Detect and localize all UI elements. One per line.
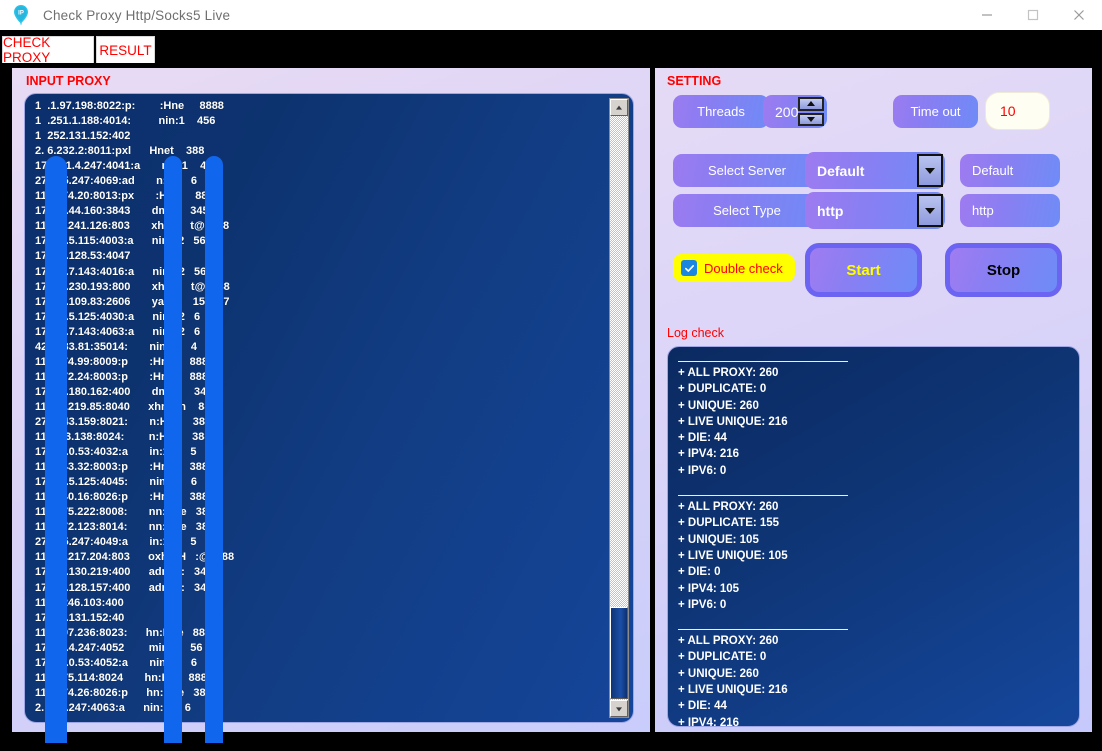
type-combo-value: http bbox=[817, 202, 844, 219]
log-divider bbox=[678, 629, 848, 631]
timeout-button[interactable]: Time out bbox=[893, 95, 978, 128]
threads-stepper-buttons bbox=[798, 96, 824, 127]
double-check-label: Double check bbox=[704, 260, 783, 276]
log-line: + IPV6: 0 bbox=[678, 464, 727, 477]
setting-group-label: SETTING bbox=[667, 74, 722, 88]
log-line: + ALL PROXY: 260 bbox=[678, 635, 779, 648]
stop-button-label: Stop bbox=[986, 261, 1021, 279]
log-line: + UNIQUE: 260 bbox=[678, 667, 759, 680]
server-combo[interactable]: Default bbox=[805, 152, 945, 189]
timeout-button-label: Time out bbox=[910, 104, 961, 119]
log-line: + ALL PROXY: 260 bbox=[678, 501, 779, 514]
threads-increment-icon[interactable] bbox=[798, 97, 824, 111]
proxy-list-text: 1 .1.97.198:8022:p: :Hne 8888 1 .251.1.1… bbox=[35, 100, 234, 718]
stop-button[interactable]: Stop bbox=[945, 243, 1062, 297]
threads-value: 200 bbox=[775, 103, 799, 120]
select-type-label: Select Type bbox=[713, 203, 781, 218]
threads-stepper[interactable]: 200 bbox=[763, 95, 827, 128]
select-type-button[interactable]: Select Type bbox=[673, 194, 821, 227]
tab-strip: CHECK PROXY RESULT bbox=[0, 30, 1102, 65]
timeout-value: 10 bbox=[1000, 103, 1016, 119]
start-button[interactable]: Start bbox=[805, 243, 922, 297]
double-check-checkbox[interactable]: Double check bbox=[673, 254, 795, 282]
log-line: + IPV6: 0 bbox=[678, 598, 727, 611]
server-readonly-field: Default bbox=[960, 154, 1060, 187]
redaction-bar bbox=[205, 156, 223, 751]
scroll-up-icon[interactable] bbox=[610, 99, 628, 116]
log-content: + ALL PROXY: 260 + DUPLICATE: 0 + UNIQUE: … bbox=[678, 361, 1079, 727]
redaction-bar bbox=[164, 156, 182, 751]
maximize-icon[interactable] bbox=[1010, 0, 1056, 30]
type-readonly-field: http bbox=[960, 194, 1060, 227]
log-check-output[interactable]: + ALL PROXY: 260 + DUPLICATE: 0 + UNIQUE: … bbox=[667, 346, 1080, 727]
log-line: + DIE: 44 bbox=[678, 700, 727, 713]
threads-decrement-icon[interactable] bbox=[798, 112, 824, 126]
proxy-list-textarea[interactable]: 1 .1.97.198:8022:p: :Hne 8888 1 .251.1.1… bbox=[24, 93, 634, 723]
log-divider bbox=[678, 361, 848, 362]
server-field-value: Default bbox=[972, 163, 1014, 178]
log-line: + UNIQUE: 105 bbox=[678, 533, 759, 546]
log-line: + DUPLICATE: 0 bbox=[678, 383, 767, 396]
chevron-down-icon[interactable] bbox=[917, 194, 943, 227]
select-server-label: Select Server bbox=[707, 163, 787, 178]
log-check-group-label: Log check bbox=[667, 326, 724, 340]
application-window: IP Check Proxy Http/Socks5 Live CHECK PR… bbox=[0, 0, 1102, 751]
ip-pin-icon: IP bbox=[8, 0, 34, 30]
log-line: + LIVE UNIQUE: 216 bbox=[678, 415, 788, 428]
setting-panel: SETTING Threads 200 Time out 10 Select S… bbox=[655, 68, 1092, 732]
log-block-gap bbox=[678, 479, 1079, 495]
log-line: + IPV4: 216 bbox=[678, 716, 740, 727]
tab-check-proxy-label: CHECK PROXY bbox=[3, 35, 51, 65]
type-combo[interactable]: http bbox=[805, 192, 945, 229]
threads-button[interactable]: Threads bbox=[673, 95, 769, 128]
scrollbar-thumb[interactable] bbox=[610, 607, 628, 699]
log-line: + IPV4: 216 bbox=[678, 448, 740, 461]
log-block-gap bbox=[678, 613, 1079, 629]
input-proxy-panel: INPUT PROXY 1 .1.97.198:8022:p: :Hne 888… bbox=[12, 68, 650, 751]
checkbox-checked-icon[interactable] bbox=[681, 260, 697, 276]
log-line: + UNIQUE: 260 bbox=[678, 399, 759, 412]
redaction-bar bbox=[45, 156, 67, 751]
window-bottom-edge bbox=[0, 743, 1102, 751]
log-line: + DUPLICATE: 155 bbox=[678, 517, 780, 530]
log-line: + IPV4: 105 bbox=[678, 582, 740, 595]
threads-button-label: Threads bbox=[697, 104, 745, 119]
input-proxy-group-label: INPUT PROXY bbox=[26, 74, 111, 88]
timeout-input[interactable]: 10 bbox=[985, 92, 1050, 130]
tab-check-proxy[interactable]: CHECK PROXY bbox=[2, 35, 94, 65]
log-line: + ALL PROXY: 260 bbox=[678, 367, 779, 379]
chevron-down-icon[interactable] bbox=[917, 154, 943, 187]
type-field-value: http bbox=[972, 203, 994, 218]
close-icon[interactable] bbox=[1056, 0, 1102, 30]
client-area: INPUT PROXY 1 .1.97.198:8022:p: :Hne 888… bbox=[2, 63, 1100, 751]
proxy-list-scrollbar[interactable] bbox=[609, 98, 629, 718]
log-line: + DUPLICATE: 0 bbox=[678, 651, 767, 664]
server-combo-value: Default bbox=[817, 162, 865, 179]
log-line: + DIE: 44 bbox=[678, 432, 727, 445]
scroll-down-icon[interactable] bbox=[610, 700, 628, 717]
tab-result-label: RESULT bbox=[99, 42, 152, 58]
svg-text:IP: IP bbox=[18, 11, 24, 17]
log-line: + DIE: 0 bbox=[678, 566, 721, 579]
window-title: Check Proxy Http/Socks5 Live bbox=[43, 7, 231, 23]
minimize-icon[interactable] bbox=[964, 0, 1010, 30]
tab-result[interactable]: RESULT bbox=[96, 36, 155, 63]
log-line: + LIVE UNIQUE: 216 bbox=[678, 684, 788, 697]
log-line: + LIVE UNIQUE: 105 bbox=[678, 549, 788, 562]
start-button-label: Start bbox=[846, 261, 881, 279]
log-divider bbox=[678, 495, 848, 497]
title-bar: IP Check Proxy Http/Socks5 Live bbox=[0, 0, 1102, 30]
select-server-button[interactable]: Select Server bbox=[673, 154, 821, 187]
